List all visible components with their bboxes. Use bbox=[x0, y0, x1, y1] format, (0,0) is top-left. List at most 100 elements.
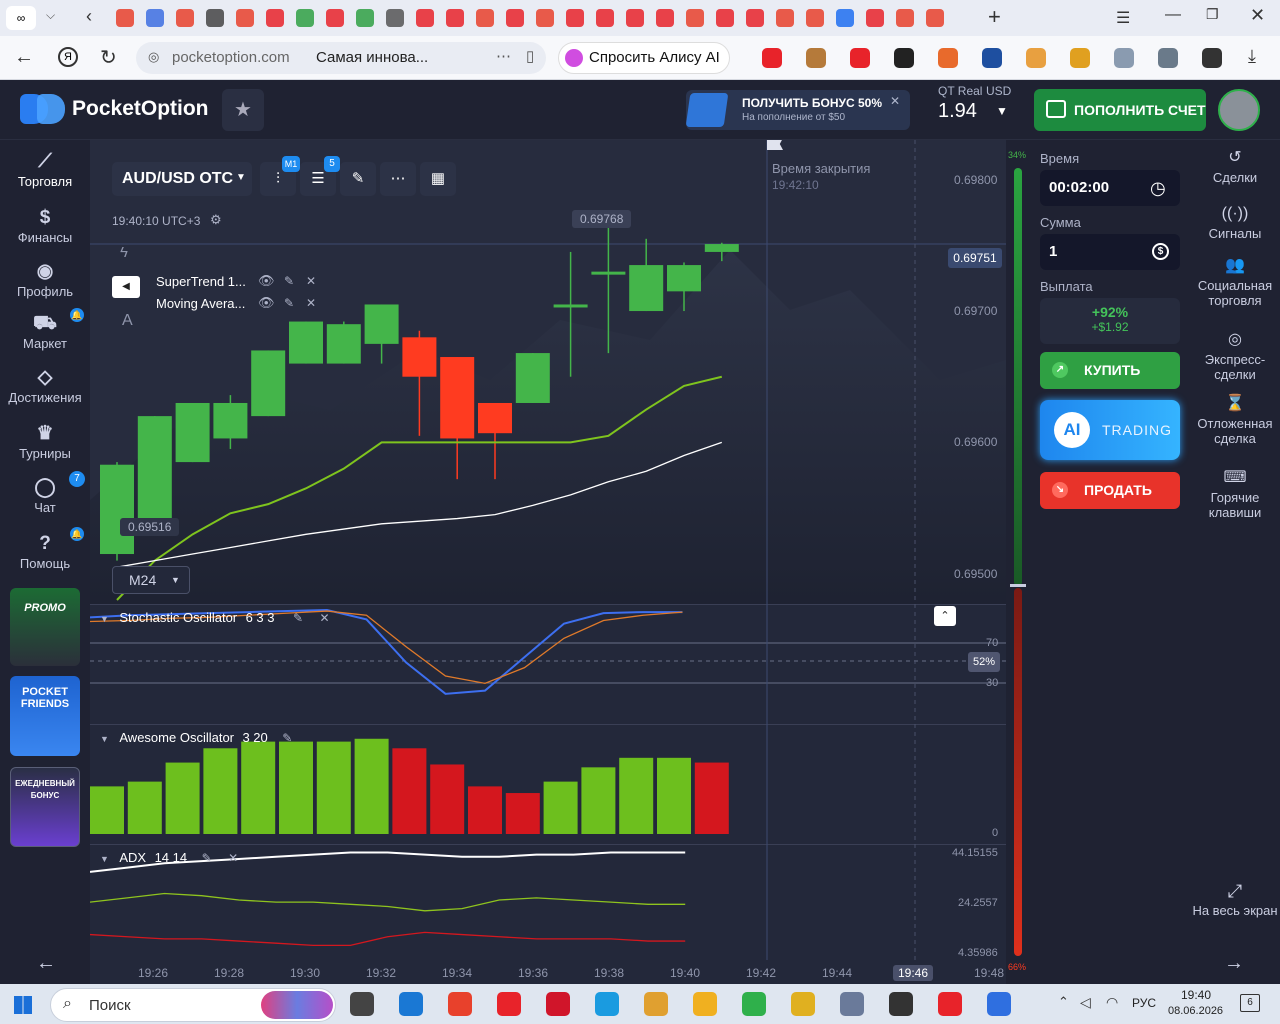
taskbar-app-10[interactable] bbox=[840, 992, 864, 1016]
taskbar-app-5[interactable] bbox=[595, 992, 619, 1016]
drawing-button[interactable]: ✎ bbox=[340, 162, 376, 196]
clock-icon[interactable]: ◷ bbox=[1150, 170, 1166, 206]
edit-icon[interactable]: ✎ bbox=[293, 611, 303, 625]
dollar-circle-icon[interactable]: $ bbox=[1152, 243, 1169, 260]
collapse-legend-button[interactable]: ◀ bbox=[112, 276, 140, 298]
taskbar-app-12[interactable] bbox=[938, 992, 962, 1016]
account-selector[interactable]: QT Real USD 1.94 ▼ bbox=[930, 84, 1020, 134]
asset-selector[interactable]: AUD/USD OTC ▼ bbox=[112, 162, 252, 196]
browser-tab-24[interactable] bbox=[836, 9, 854, 27]
chart-area[interactable]: AUD/USD OTC ▼ ⫶ M1 ☰ 5 ✎ ⋯ ▦ 19:40:10 UT… bbox=[90, 140, 1006, 984]
arrow-right-icon[interactable]: → bbox=[1224, 952, 1244, 975]
more-tools-button[interactable]: ⋯ bbox=[380, 162, 416, 196]
download-icon[interactable]: ⤓ bbox=[1248, 46, 1256, 67]
clock-time[interactable]: 19:40 bbox=[1181, 988, 1211, 1002]
browser-tab-22[interactable] bbox=[776, 9, 794, 27]
extension-icon-2[interactable] bbox=[850, 48, 870, 68]
taskbar-search[interactable]: ⌕ Поиск bbox=[50, 988, 336, 1022]
sidebar-item-1[interactable]: $ Финансы bbox=[0, 206, 90, 256]
lightning-icon[interactable]: ϟ bbox=[120, 244, 128, 261]
browser-tab-3[interactable] bbox=[206, 9, 224, 27]
taskbar-app-1[interactable] bbox=[399, 992, 423, 1016]
tab-menu-button[interactable]: ∞ bbox=[6, 6, 36, 30]
extension-icon-0[interactable] bbox=[762, 48, 782, 68]
edit-icon[interactable]: ✎ bbox=[284, 296, 294, 310]
taskbar-app-7[interactable] bbox=[693, 992, 717, 1016]
logo-text[interactable]: PocketOption bbox=[72, 97, 209, 121]
browser-tab-12[interactable] bbox=[476, 9, 494, 27]
sidebar-item-5[interactable]: ♛ Турниры bbox=[0, 422, 90, 472]
timeframe-selector[interactable]: M24 ▼ bbox=[112, 566, 190, 594]
volume-icon[interactable]: ◁ bbox=[1080, 994, 1091, 1011]
bonus-banner[interactable]: ПОЛУЧИТЬ БОНУС 50% На пополнение от $50 … bbox=[685, 90, 910, 130]
edit-icon[interactable]: ✎ bbox=[282, 731, 292, 745]
bookmark-icon[interactable]: ▯ bbox=[526, 47, 534, 65]
layout-button[interactable]: ▦ bbox=[420, 162, 456, 196]
chevron-down-icon[interactable]: ▼ bbox=[100, 854, 109, 864]
sidebar-item-2[interactable]: ◉ Профиль bbox=[0, 260, 90, 310]
browser-tab-8[interactable] bbox=[356, 9, 374, 27]
buy-button[interactable]: ↗ КУПИТЬ bbox=[1040, 352, 1180, 389]
more-icon[interactable]: ⋯ bbox=[496, 47, 511, 65]
back-arrow-icon[interactable]: ‹ bbox=[86, 6, 92, 27]
extension-icon-8[interactable] bbox=[1114, 48, 1134, 68]
notification-button[interactable]: 6 bbox=[1240, 994, 1260, 1012]
right-nav-item-2[interactable]: 👥 Социальная торговля bbox=[1190, 258, 1280, 309]
right-nav-item-4[interactable]: ⌛ Отложенная сделка bbox=[1190, 396, 1280, 447]
chevron-down-icon[interactable]: ⌵ bbox=[46, 8, 55, 23]
favorites-button[interactable]: ★ bbox=[222, 89, 264, 131]
amount-field[interactable]: 1 $ bbox=[1040, 234, 1180, 270]
taskbar-app-8[interactable] bbox=[742, 992, 766, 1016]
edit-icon[interactable]: ✎ bbox=[202, 851, 212, 865]
browser-tab-11[interactable] bbox=[446, 9, 464, 27]
browser-tab-2[interactable] bbox=[176, 9, 194, 27]
avatar[interactable] bbox=[1218, 89, 1260, 131]
alice-button[interactable]: Спросить Алису AI bbox=[558, 42, 730, 74]
taskbar-app-2[interactable] bbox=[448, 992, 472, 1016]
browser-tab-14[interactable] bbox=[536, 9, 554, 27]
browser-tab-23[interactable] bbox=[806, 9, 824, 27]
gear-icon[interactable]: ⚙ bbox=[210, 212, 222, 228]
windows-start-icon[interactable] bbox=[14, 996, 32, 1014]
extension-icon-10[interactable] bbox=[1202, 48, 1222, 68]
extension-icon-1[interactable] bbox=[806, 48, 826, 68]
daily-bonus-card[interactable]: ЕЖЕДНЕВНЫЙ БОНУС bbox=[10, 767, 80, 847]
promo-card[interactable]: PROMO bbox=[10, 588, 80, 666]
deposit-button[interactable]: ПОПОЛНИТЬ СЧЕТ bbox=[1034, 89, 1206, 131]
chevron-down-icon[interactable]: ▼ bbox=[100, 734, 109, 744]
minimize-button[interactable]: — bbox=[1165, 6, 1181, 24]
browser-tab-16[interactable] bbox=[596, 9, 614, 27]
browser-tab-13[interactable] bbox=[506, 9, 524, 27]
collapse-sidebar-arrow[interactable]: ← bbox=[36, 952, 56, 975]
close-icon[interactable]: ✕ bbox=[306, 274, 316, 288]
taskbar-app-9[interactable] bbox=[791, 992, 815, 1016]
fullscreen-button[interactable]: ⤢ На весь экран bbox=[1190, 882, 1280, 918]
right-nav-item-0[interactable]: ↺ Сделки bbox=[1190, 150, 1280, 186]
browser-tab-18[interactable] bbox=[656, 9, 674, 27]
back-button[interactable]: ← bbox=[14, 46, 34, 69]
tray-chevron-icon[interactable]: ⌃ bbox=[1058, 994, 1069, 1010]
extension-icon-5[interactable] bbox=[982, 48, 1002, 68]
right-nav-item-5[interactable]: ⌨ Горячие клавиши bbox=[1190, 470, 1280, 521]
refresh-icon[interactable]: ↻ bbox=[100, 45, 117, 70]
extension-icon-6[interactable] bbox=[1026, 48, 1046, 68]
browser-tab-19[interactable] bbox=[686, 9, 704, 27]
language-indicator[interactable]: РУС bbox=[1132, 996, 1156, 1010]
browser-tab-4[interactable] bbox=[236, 9, 254, 27]
taskbar-app-6[interactable] bbox=[644, 992, 668, 1016]
taskbar-app-13[interactable] bbox=[987, 992, 1011, 1016]
new-tab-button[interactable]: + bbox=[988, 4, 1001, 30]
url-field[interactable]: ◎ pocketoption.com Самая иннова... ⋯ ▯ bbox=[136, 42, 546, 74]
extension-icon-4[interactable] bbox=[938, 48, 958, 68]
browser-tab-27[interactable] bbox=[926, 9, 944, 27]
yandex-icon[interactable]: Я bbox=[58, 47, 78, 67]
browser-tab-10[interactable] bbox=[416, 9, 434, 27]
browser-tab-26[interactable] bbox=[896, 9, 914, 27]
wifi-icon[interactable]: ◠ bbox=[1106, 994, 1118, 1011]
browser-tab-9[interactable] bbox=[386, 9, 404, 27]
browser-tab-25[interactable] bbox=[866, 9, 884, 27]
right-nav-item-1[interactable]: ((·)) Сигналы bbox=[1190, 206, 1280, 242]
sidebar-item-0[interactable]: ⟋ Торговля bbox=[0, 150, 90, 200]
ai-trading-button[interactable]: AI TRADING bbox=[1040, 400, 1180, 460]
taskbar-app-4[interactable] bbox=[546, 992, 570, 1016]
